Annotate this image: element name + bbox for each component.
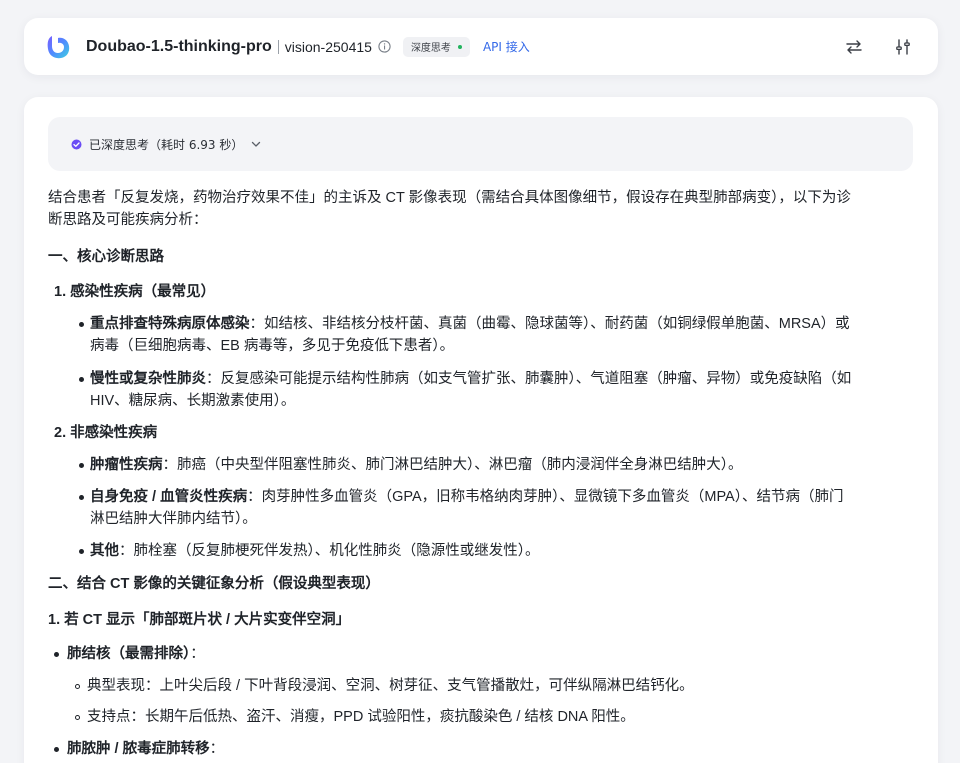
- model-version: vision-250415: [284, 38, 372, 55]
- s1-i2-b3-line1: 其他：肺栓塞（反复肺梗死伴发热）、机化性肺炎（隐源性或继发性）。: [90, 543, 540, 559]
- deep-thinking-badge[interactable]: 深度思考: [402, 36, 470, 57]
- hollow-bullet-icon: [75, 715, 80, 720]
- bullet-icon: [54, 652, 59, 657]
- check-circle-icon: [71, 139, 82, 150]
- s1-i1-b1-line2: 病毒（巨细胞病毒、EB 病毒等，多见于免疫低下患者）。: [90, 338, 455, 354]
- doubao-logo-icon[interactable]: [46, 34, 70, 60]
- s2-abscess-heading: 肺脓肿 / 脓毒症肺转移：: [67, 741, 225, 757]
- bullet-icon: [79, 322, 84, 327]
- bullet-icon: [54, 747, 59, 752]
- api-access-link[interactable]: API 接入: [483, 38, 530, 55]
- info-icon[interactable]: [378, 40, 391, 53]
- deep-thinking-badge-label: 深度思考: [410, 43, 451, 54]
- s1-i1-b1-line1: 重点排查特殊病原体感染：如结核、非结核分枝杆菌、真菌（曲霉、隐球菌等）、耐药菌（…: [90, 316, 850, 332]
- status-dot-icon: [457, 44, 462, 49]
- model-name: Doubao-1.5-thinking-pro: [86, 37, 272, 55]
- section1-heading: 一、核心诊断思路: [48, 249, 164, 265]
- s1-i2-b2-line2: 淋巴结肿大伴肺内结节）。: [90, 511, 257, 527]
- s1-item2-heading: 2. 非感染性疾病: [54, 425, 158, 441]
- settings-sliders-icon[interactable]: [896, 38, 910, 55]
- s1-i2-b2-line1: 自身免疫 / 血管炎性疾病：肉芽肿性多血管炎（GPA，旧称韦格纳肉芽肿）、显微镜…: [90, 489, 844, 505]
- s2-sub1-heading: 1. 若 CT 显示「肺部斑片状 / 大片实变伴空洞」: [48, 612, 351, 628]
- s2-tb-detail1: 典型表现：上叶尖后段 / 下叶背段浸润、空洞、树芽征、支气管播散灶，可伴纵隔淋巴…: [87, 678, 694, 694]
- chevron-down-icon: [251, 141, 261, 148]
- bullet-icon: [79, 495, 84, 500]
- intro-text-line1: 结合患者「反复发烧，药物治疗效果不佳」的主诉及 CT 影像表现（需结合具体图像细…: [48, 190, 851, 206]
- s2-tb-detail2: 支持点：长期午后低热、盗汗、消瘦，PPD 试验阳性，痰抗酸染色 / 结核 DNA…: [87, 709, 635, 725]
- title-separator: [277, 39, 279, 54]
- section2-heading: 二、结合 CT 影像的关键征象分析（假设典型表现）: [48, 576, 380, 592]
- s2-tb-heading: 肺结核（最需排除）：: [67, 646, 205, 662]
- intro-text-line2: 断思路及可能疾病分析：: [48, 212, 208, 228]
- hollow-bullet-icon: [75, 684, 80, 689]
- s1-i2-b1-line1: 肿瘤性疾病：肺癌（中央型伴阻塞性肺炎、肺门淋巴结肿大）、淋巴瘤（肺内浸润伴全身淋…: [90, 457, 743, 473]
- bullet-icon: [79, 377, 84, 382]
- bullet-icon: [79, 463, 84, 468]
- s1-i1-b2-line1: 慢性或复杂性肺炎：反复感染可能提示结构性肺病（如支气管扩张、肺囊肿）、气道阻塞（…: [90, 371, 852, 387]
- s1-i1-b2-line2: HIV、糖尿病、长期激素使用）。: [90, 393, 296, 409]
- response-card: 已深度思考（耗时 6.93 秒） 结合患者「反复发烧，药物治疗效果不佳」的主诉及…: [24, 97, 938, 763]
- s1-item1-heading: 1. 感染性疾病（最常见）: [54, 284, 216, 300]
- thinking-summary-label: 已深度思考（耗时 6.93 秒）: [89, 137, 244, 152]
- swap-icon[interactable]: [846, 39, 862, 54]
- bullet-icon: [79, 549, 84, 554]
- thinking-summary-toggle[interactable]: 已深度思考（耗时 6.93 秒）: [48, 117, 913, 171]
- top-header: Doubao-1.5-thinking-pro vision-250415 深度…: [24, 18, 938, 75]
